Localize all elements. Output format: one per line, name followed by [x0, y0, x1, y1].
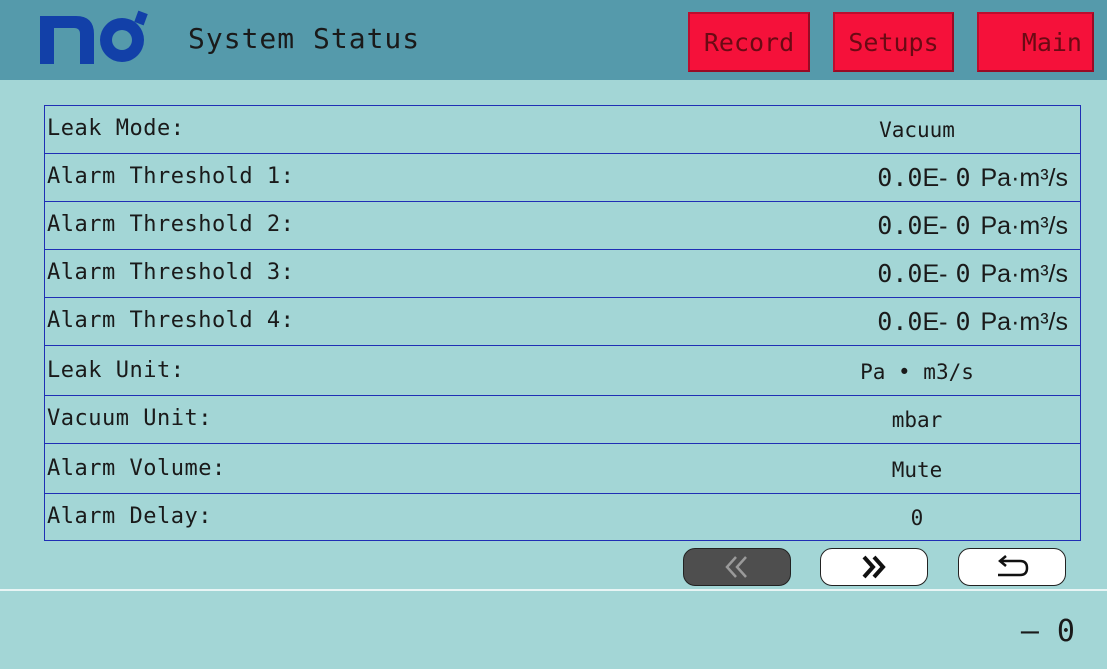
row-label: Alarm Threshold 2: [47, 212, 295, 237]
row-value: mbar [891, 408, 943, 432]
status-table: Leak Mode: Vacuum Alarm Threshold 1: 0.0… [44, 105, 1081, 541]
table-row-vacuum-unit: Vacuum Unit: mbar [45, 396, 1080, 444]
row-value: Vacuum [879, 118, 955, 142]
threshold-value[interactable]: 0.0 E- 0 Pa·m³/s [877, 307, 1068, 337]
threshold-number: 0.0 [877, 307, 923, 336]
exponent-value: 0 [955, 307, 971, 336]
table-row-alarm-delay: Alarm Delay: 0 [45, 494, 1080, 542]
double-chevron-right-icon [862, 555, 886, 579]
row-label: Alarm Delay: [47, 504, 212, 529]
double-chevron-left-icon [725, 556, 747, 578]
threshold-value[interactable]: 0.0 E- 0 Pa·m³/s [877, 259, 1068, 289]
table-row-alarm-threshold-3: Alarm Threshold 3: 0.0 E- 0 Pa·m³/s [45, 250, 1080, 298]
threshold-unit: Pa·m³/s [980, 260, 1069, 288]
record-button[interactable]: Record [688, 12, 810, 72]
table-row-alarm-threshold-4: Alarm Threshold 4: 0.0 E- 0 Pa·m³/s [45, 298, 1080, 346]
exponent-value: 0 [955, 259, 971, 288]
threshold-unit: Pa·m³/s [980, 212, 1069, 240]
threshold-unit: Pa·m³/s [980, 308, 1069, 336]
table-row-leak-unit: Leak Unit: Pa • m3/s [45, 348, 1080, 396]
table-row-leak-mode: Leak Mode: Vacuum [45, 106, 1080, 154]
back-button[interactable] [958, 548, 1066, 586]
row-label: Leak Unit: [47, 358, 185, 383]
next-page-button[interactable] [820, 548, 928, 586]
table-row-alarm-volume: Alarm Volume: Mute [45, 446, 1080, 494]
footer-divider [0, 589, 1107, 591]
row-label: Alarm Threshold 3: [47, 260, 295, 285]
threshold-value[interactable]: 0.0 E- 0 Pa·m³/s [877, 211, 1068, 241]
previous-page-button[interactable] [683, 548, 791, 586]
setups-button[interactable]: Setups [833, 12, 954, 72]
exponent-value: 0 [955, 163, 971, 192]
exponent-mark: E- [922, 260, 948, 288]
exponent-value: 0 [955, 211, 971, 240]
row-label: Leak Mode: [47, 116, 185, 141]
row-value: 0 [910, 506, 924, 530]
threshold-unit: Pa·m³/s [980, 164, 1069, 192]
exponent-mark: E- [922, 212, 948, 240]
row-label: Vacuum Unit: [47, 406, 212, 431]
row-value: Mute [891, 458, 943, 482]
row-label: Alarm Volume: [47, 456, 226, 481]
page-title: System Status [188, 22, 421, 55]
table-row-alarm-threshold-1: Alarm Threshold 1: 0.0 E- 0 Pa·m³/s [45, 154, 1080, 202]
row-label: Alarm Threshold 1: [47, 164, 295, 189]
table-row-alarm-threshold-2: Alarm Threshold 2: 0.0 E- 0 Pa·m³/s [45, 202, 1080, 250]
threshold-value[interactable]: 0.0 E- 0 Pa·m³/s [877, 163, 1068, 193]
threshold-number: 0.0 [877, 211, 923, 240]
exponent-mark: E- [922, 308, 948, 336]
threshold-number: 0.0 [877, 163, 923, 192]
header-bar: System Status Record Setups Main [0, 0, 1107, 80]
company-logo [40, 10, 148, 64]
exponent-mark: E- [922, 164, 948, 192]
threshold-number: 0.0 [877, 259, 923, 288]
status-readout: – 0 [1020, 614, 1075, 649]
row-label: Alarm Threshold 4: [47, 308, 295, 333]
row-value: Pa • m3/s [860, 360, 974, 384]
main-button[interactable]: Main [977, 12, 1094, 72]
return-arrow-icon [998, 555, 1029, 577]
